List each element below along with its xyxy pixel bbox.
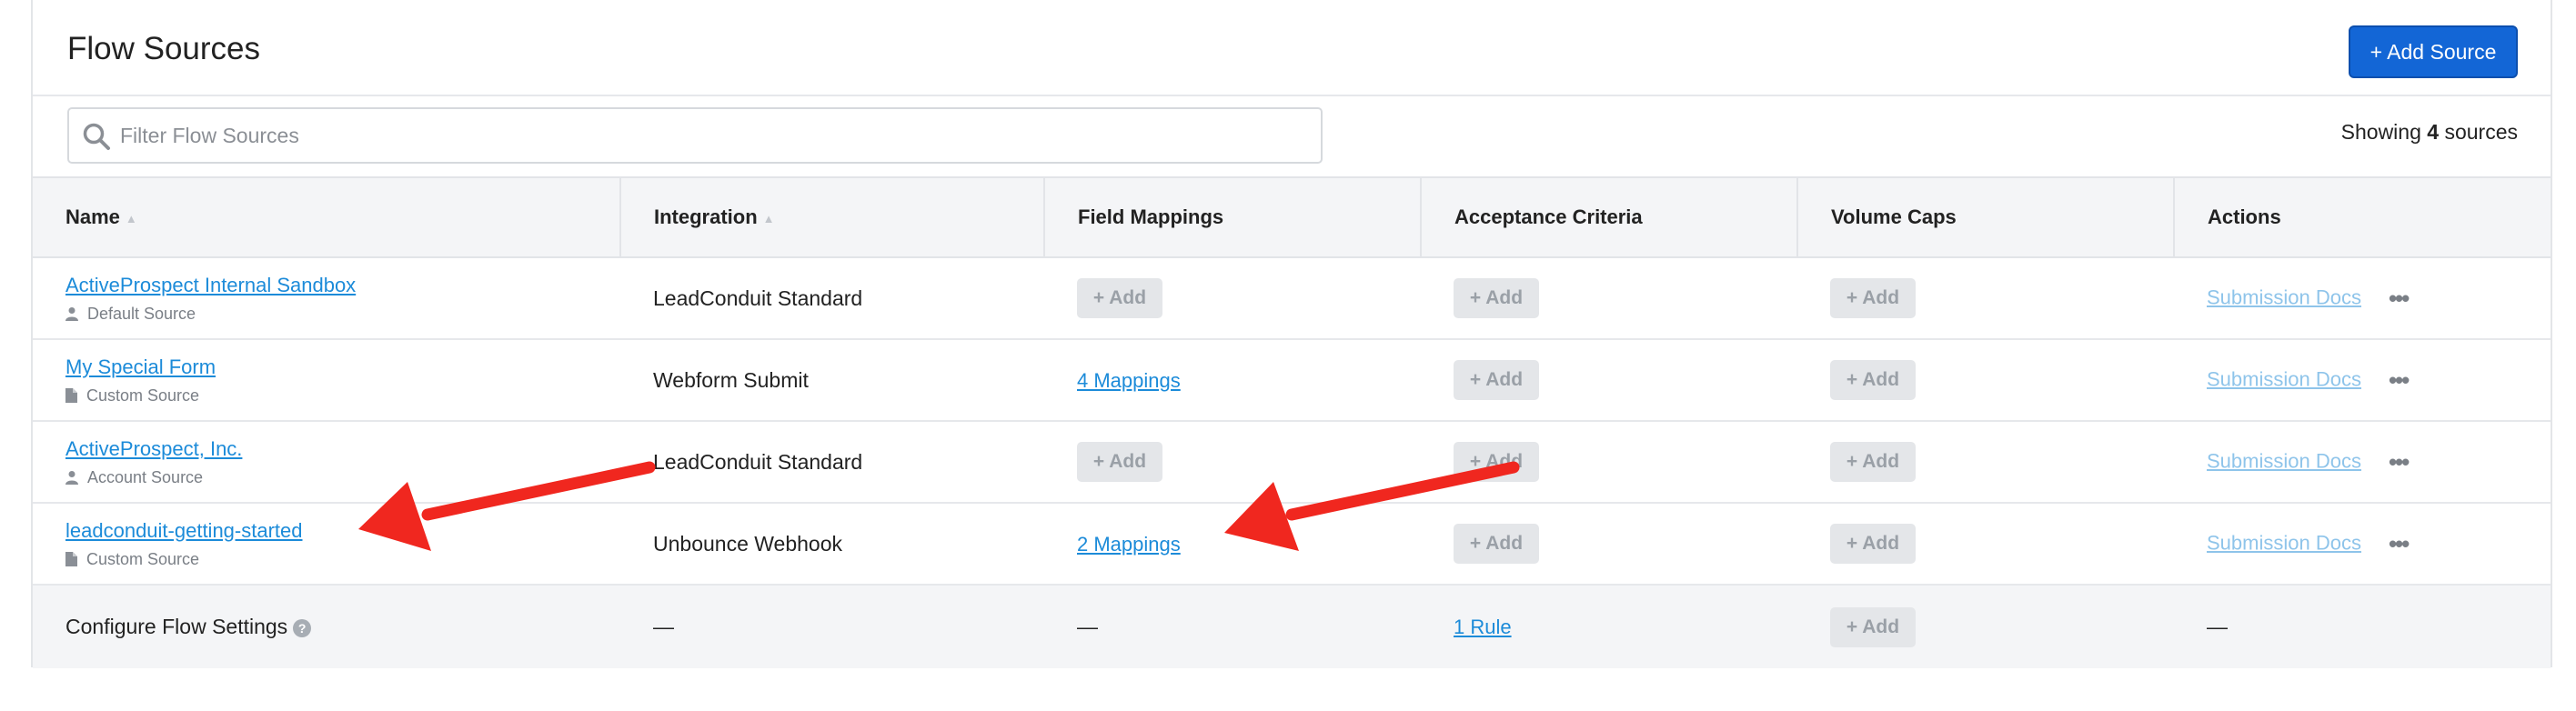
source-name-link[interactable]: leadconduit-getting-started (65, 519, 620, 543)
source-type: Default Source (65, 305, 620, 324)
source-count: 4 (2427, 120, 2440, 144)
add-acceptance-criteria-button[interactable]: + Add (1454, 524, 1539, 564)
field-mappings-cell: 2 Mappings (1044, 503, 1421, 586)
column-header-integration[interactable]: Integration ▲ (620, 176, 1045, 258)
document-icon (65, 552, 77, 566)
column-label: Integration (654, 205, 758, 228)
acceptance-cell: 1 Rule (1421, 585, 1797, 668)
volume-cell: + Add (1797, 585, 2174, 668)
column-header-name[interactable]: Name ▲ (33, 176, 621, 258)
column-header-field-mappings: Field Mappings (1044, 176, 1422, 258)
more-options-icon[interactable]: ••• (2389, 285, 2410, 313)
column-header-actions: Actions (2174, 176, 2551, 258)
table-row: leadconduit-getting-started Custom Sourc… (33, 503, 2551, 586)
volume-cell: + Add (1797, 421, 2174, 504)
field-mappings-link[interactable]: 2 Mappings (1077, 533, 1181, 556)
add-field-mapping-button[interactable]: + Add (1077, 442, 1162, 482)
integration-cell: LeadConduit Standard (620, 257, 1044, 340)
filter-field[interactable] (67, 107, 1323, 164)
table-header-row: Name ▲ Integration ▲ Field Mappings Accept… (33, 176, 2551, 258)
flow-settings-cell: Configure Flow Settings? (33, 585, 620, 668)
acceptance-rule-link[interactable]: 1 Rule (1454, 616, 1512, 638)
document-icon (65, 388, 77, 403)
field-mappings-cell: + Add (1044, 257, 1421, 340)
integration-cell: Webform Submit (620, 339, 1044, 422)
actions-cell: Submission Docs ••• (2174, 421, 2551, 504)
user-icon (65, 471, 78, 485)
name-cell: My Special Form Custom Source (33, 339, 620, 422)
volume-cell: + Add (1797, 339, 2174, 422)
submission-docs-link[interactable]: Submission Docs (2207, 367, 2361, 390)
showing-suffix: sources (2444, 120, 2518, 144)
search-icon (82, 122, 111, 155)
help-icon[interactable]: ? (293, 618, 312, 637)
column-header-volume-caps: Volume Caps (1797, 176, 2175, 258)
acceptance-cell: + Add (1421, 503, 1797, 586)
sort-up-icon: ▲ (762, 211, 775, 225)
submission-docs-link[interactable]: Submission Docs (2207, 531, 2361, 554)
add-acceptance-criteria-button[interactable]: + Add (1454, 360, 1539, 400)
flow-settings-row: Configure Flow Settings? — — 1 Rule + Ad… (33, 585, 2551, 668)
source-type: Custom Source (65, 550, 620, 569)
source-type: Account Source (65, 468, 620, 487)
source-name-link[interactable]: My Special Form (65, 356, 620, 379)
integration-cell: LeadConduit Standard (620, 421, 1044, 504)
flow-sources-panel: Flow Sources + Add Source Showing 4 sour… (31, 0, 2552, 668)
acceptance-cell: + Add (1421, 421, 1797, 504)
table-row: My Special Form Custom Source Webform Su… (33, 339, 2551, 422)
sources-table: Name ▲ Integration ▲ Field Mappings Accept… (33, 176, 2551, 668)
field-mappings-cell: — (1044, 585, 1421, 668)
source-type-label: Account Source (87, 467, 204, 486)
field-mappings-cell: 4 Mappings (1044, 339, 1421, 422)
name-cell: ActiveProspect Internal Sandbox Default … (33, 257, 620, 340)
acceptance-cell: + Add (1421, 257, 1797, 340)
submission-docs-link[interactable]: Submission Docs (2207, 449, 2361, 472)
page-title: Flow Sources (67, 31, 261, 66)
name-cell: leadconduit-getting-started Custom Sourc… (33, 503, 620, 586)
volume-cell: + Add (1797, 503, 2174, 586)
integration-cell: — (620, 585, 1044, 668)
showing-prefix: Showing (2340, 120, 2421, 144)
column-header-acceptance-criteria: Acceptance Criteria (1421, 176, 1798, 258)
source-type: Custom Source (65, 386, 620, 406)
field-mappings-link[interactable]: 4 Mappings (1077, 369, 1181, 392)
actions-cell: Submission Docs ••• (2174, 257, 2551, 340)
add-source-button[interactable]: + Add Source (2349, 25, 2518, 78)
more-options-icon[interactable]: ••• (2389, 448, 2410, 476)
showing-count: Showing 4 sources (2341, 120, 2518, 145)
source-type-label: Custom Source (86, 549, 200, 568)
add-volume-cap-button[interactable]: + Add (1830, 606, 1916, 647)
acceptance-cell: + Add (1421, 339, 1797, 422)
add-acceptance-criteria-button[interactable]: + Add (1454, 442, 1539, 482)
volume-cell: + Add (1797, 257, 2174, 340)
add-volume-cap-button[interactable]: + Add (1830, 360, 1916, 400)
source-name-link[interactable]: ActiveProspect, Inc. (65, 437, 620, 461)
table-row: ActiveProspect, Inc. Account Source Lead… (33, 421, 2551, 504)
integration-cell: Unbounce Webhook (620, 503, 1044, 586)
sort-up-icon: ▲ (125, 211, 137, 225)
actions-cell: Submission Docs ••• (2174, 503, 2551, 586)
add-field-mapping-button[interactable]: + Add (1077, 278, 1162, 318)
source-name-link[interactable]: ActiveProspect Internal Sandbox (65, 274, 620, 297)
field-mappings-cell: + Add (1044, 421, 1421, 504)
name-cell: ActiveProspect, Inc. Account Source (33, 421, 620, 504)
add-acceptance-criteria-button[interactable]: + Add (1454, 278, 1539, 318)
source-type-label: Custom Source (86, 386, 200, 405)
configure-flow-settings-label: Configure Flow Settings (65, 615, 288, 638)
divider (33, 95, 2551, 96)
actions-cell: Submission Docs ••• (2174, 339, 2551, 422)
table-row: ActiveProspect Internal Sandbox Default … (33, 257, 2551, 340)
add-volume-cap-button[interactable]: + Add (1830, 524, 1916, 564)
add-volume-cap-button[interactable]: + Add (1830, 442, 1916, 482)
add-volume-cap-button[interactable]: + Add (1830, 278, 1916, 318)
actions-cell: — (2174, 585, 2551, 668)
column-label: Name (65, 205, 120, 228)
source-type-label: Default Source (87, 304, 196, 323)
user-icon (65, 307, 78, 321)
filter-input[interactable] (120, 109, 1303, 162)
more-options-icon[interactable]: ••• (2389, 366, 2410, 395)
more-options-icon[interactable]: ••• (2389, 530, 2410, 558)
submission-docs-link[interactable]: Submission Docs (2207, 285, 2361, 308)
